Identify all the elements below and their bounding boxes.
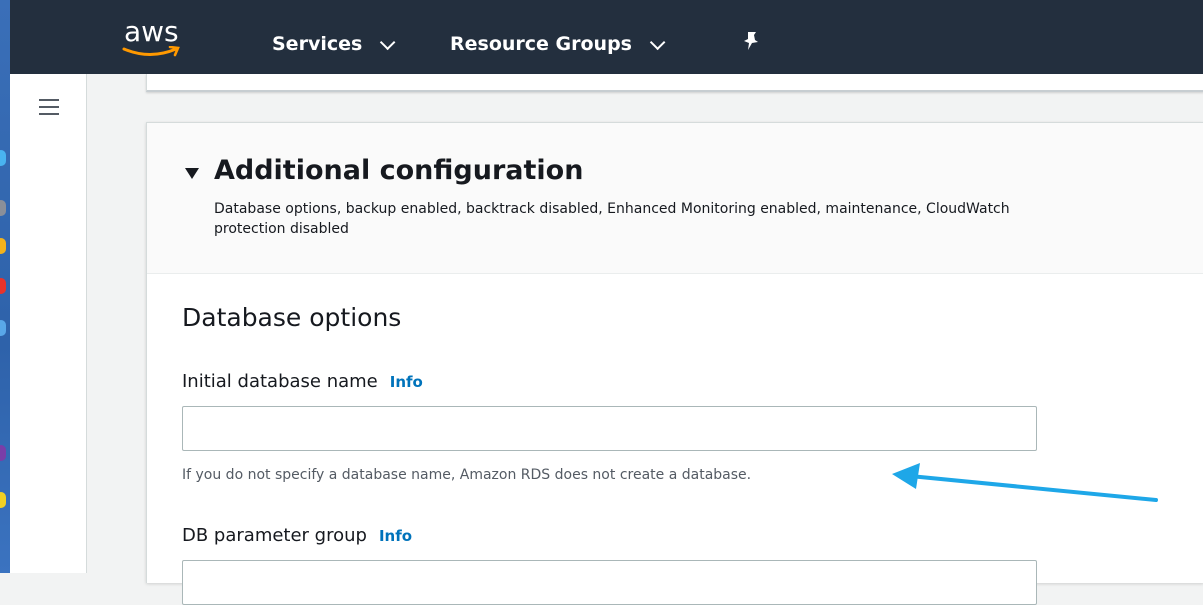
db-parameter-group-select[interactable] bbox=[182, 560, 1037, 605]
initial-database-name-hint: If you do not specify a database name, A… bbox=[182, 467, 752, 483]
initial-database-name-label-text: Initial database name bbox=[182, 371, 378, 392]
dock-icon[interactable] bbox=[0, 200, 6, 216]
aws-logo-text: aws bbox=[124, 15, 179, 48]
dock-icon[interactable] bbox=[0, 320, 6, 336]
chevron-down-icon bbox=[380, 34, 396, 50]
section-description: Database options, backup enabled, backtr… bbox=[214, 199, 1203, 239]
database-options-title: Database options bbox=[182, 303, 402, 332]
previous-section-card bbox=[146, 74, 1203, 92]
db-parameter-group-label-text: DB parameter group bbox=[182, 525, 367, 546]
db-parameter-group-label: DB parameter group Info bbox=[182, 525, 412, 546]
dock-strip bbox=[0, 0, 10, 573]
initial-database-name-label: Initial database name Info bbox=[182, 371, 423, 392]
additional-configuration-header[interactable]: Additional configuration Database option… bbox=[147, 123, 1203, 274]
sidebar bbox=[10, 74, 87, 573]
aws-smile-icon bbox=[122, 46, 180, 57]
chevron-down-icon bbox=[649, 34, 666, 50]
initial-database-name-input[interactable] bbox=[182, 406, 1037, 451]
section-title: Additional configuration bbox=[214, 155, 584, 186]
expand-triangle-icon[interactable] bbox=[185, 168, 199, 179]
dock-icon[interactable] bbox=[0, 150, 6, 166]
db-parameter-group-info-link[interactable]: Info bbox=[379, 527, 412, 545]
hamburger-menu-icon[interactable] bbox=[39, 99, 59, 120]
dock-icon[interactable] bbox=[0, 238, 6, 254]
services-menu[interactable]: Services bbox=[272, 33, 396, 55]
dock-icon[interactable] bbox=[0, 492, 6, 508]
annotation-arrow-icon bbox=[892, 463, 1158, 502]
services-label: Services bbox=[272, 33, 363, 55]
dock-icon[interactable] bbox=[0, 445, 6, 461]
resource-groups-label: Resource Groups bbox=[450, 33, 632, 55]
top-navigation-bar: aws Services Resource Groups bbox=[10, 0, 1203, 74]
resource-groups-menu[interactable]: Resource Groups bbox=[450, 33, 666, 55]
initial-database-name-info-link[interactable]: Info bbox=[390, 373, 423, 391]
pin-icon[interactable] bbox=[740, 30, 762, 56]
section-description-line2: protection disabled bbox=[214, 221, 349, 237]
dock-icon[interactable] bbox=[0, 278, 6, 294]
aws-logo[interactable]: aws bbox=[122, 18, 192, 64]
section-description-line1: Database options, backup enabled, backtr… bbox=[214, 201, 1010, 217]
